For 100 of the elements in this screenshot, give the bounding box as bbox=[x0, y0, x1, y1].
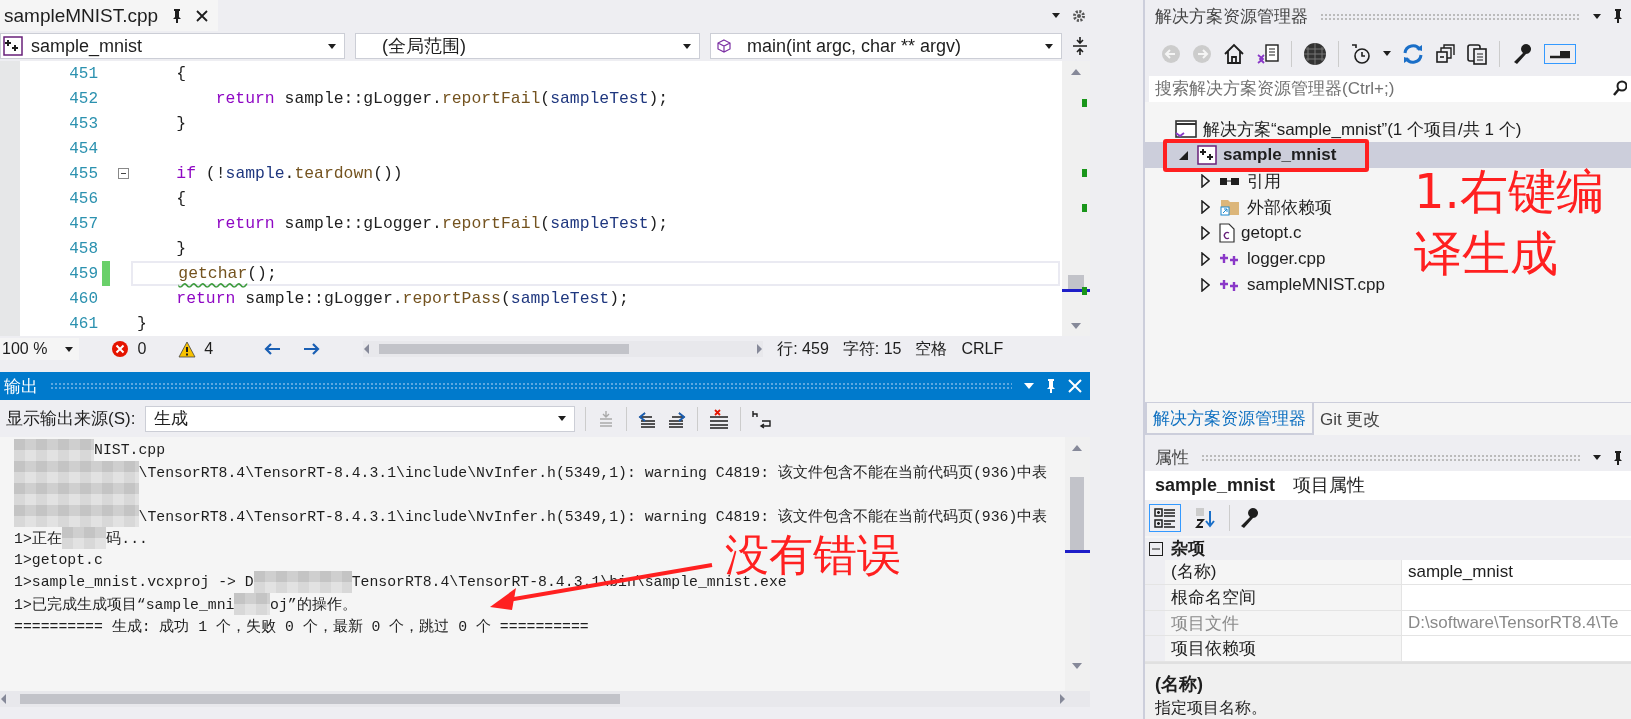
home-icon[interactable] bbox=[1223, 42, 1245, 65]
folder-icon bbox=[1219, 197, 1241, 217]
c-file-icon bbox=[1219, 223, 1235, 243]
output-text: \TensorRT8.4\TensorRT-8.4.3.1\include\NvInfer.h(5349,1): warning C4819: 该文件包含不能在当前代码页(936)中表 bbox=[138, 507, 1048, 526]
pin-icon[interactable] bbox=[1613, 9, 1623, 23]
sort-az-icon bbox=[1194, 506, 1216, 529]
description-title: (名称) bbox=[1155, 673, 1204, 696]
dropdown-caret-icon[interactable] bbox=[1045, 43, 1053, 49]
line-ending[interactable]: CRLF bbox=[961, 340, 1004, 358]
history-icon[interactable] bbox=[1350, 42, 1372, 65]
output-source-dropdown[interactable]: 生成 bbox=[145, 405, 576, 432]
line-number: 460 bbox=[68, 289, 98, 308]
tree-item[interactable]: logger.cpp bbox=[1247, 249, 1326, 269]
property-value[interactable]: sample_mnist bbox=[1401, 559, 1631, 585]
collapse-icon[interactable] bbox=[118, 168, 129, 179]
tree-item[interactable]: sampleMNIST.cpp bbox=[1247, 275, 1385, 295]
code-line: getchar(); bbox=[177, 264, 277, 283]
pin-icon[interactable] bbox=[172, 8, 183, 23]
line-number: 456 bbox=[68, 189, 98, 208]
code-line: { bbox=[175, 64, 187, 83]
output-text: oj”的操作。 bbox=[270, 595, 357, 614]
clear-all-icon[interactable] bbox=[708, 408, 731, 429]
back-arrow-icon[interactable] bbox=[263, 342, 282, 356]
tree-item[interactable]: 引用 bbox=[1247, 169, 1281, 193]
collapsed-triangle-icon[interactable] bbox=[1200, 252, 1210, 266]
warning-icon[interactable] bbox=[178, 340, 197, 358]
category-label: 杂项 bbox=[1171, 538, 1205, 561]
dropdown-caret-icon[interactable] bbox=[65, 346, 74, 352]
search-icon[interactable] bbox=[1613, 80, 1627, 98]
document-icon[interactable] bbox=[1256, 42, 1280, 65]
categorized-icon bbox=[1154, 506, 1176, 529]
output-text: ========== 生成: 成功 1 个，失败 0 个，最新 0 个，跳过 0 个 ========== bbox=[14, 617, 589, 636]
output-text: NIST.cpp bbox=[94, 442, 166, 458]
forward-arrow-icon[interactable] bbox=[303, 342, 322, 356]
code-line: } bbox=[175, 114, 187, 133]
code-line: return sample::gLogger.reportFail(sampleTest); bbox=[214, 89, 669, 108]
project-dropdown[interactable]: sample_mnist bbox=[0, 33, 345, 59]
error-icon[interactable] bbox=[111, 340, 130, 358]
object-type: 项目属性 bbox=[1293, 474, 1366, 498]
property-name[interactable]: 根命名空间 bbox=[1165, 585, 1401, 610]
cursor-line: 行: 459 bbox=[777, 338, 829, 359]
output-text: 1>getopt.c bbox=[14, 552, 103, 568]
sync-icon[interactable] bbox=[1402, 42, 1424, 65]
code-line: } bbox=[175, 239, 187, 258]
description-text: 指定项目名称。 bbox=[1155, 698, 1268, 718]
plus-plus-icon bbox=[1219, 252, 1241, 266]
word-wrap-icon[interactable] bbox=[751, 408, 774, 429]
tree-item[interactable]: 外部依赖项 bbox=[1247, 195, 1332, 219]
scope-dropdown[interactable]: (全局范围) bbox=[355, 33, 700, 59]
member-dropdown[interactable]: main(int argc, char ** argv) bbox=[710, 33, 1062, 59]
line-number: 461 bbox=[68, 314, 98, 333]
panel-title: 属性 bbox=[1155, 447, 1189, 470]
categorized-toggle[interactable] bbox=[1149, 503, 1181, 532]
tree-item[interactable]: sample_mnist bbox=[1223, 145, 1337, 165]
line-number: 455 bbox=[68, 164, 98, 183]
tree-item[interactable]: getopt.c bbox=[1241, 223, 1302, 243]
search-field[interactable]: 搜索解决方案资源管理器(Ctrl+;) bbox=[1149, 76, 1631, 102]
dropdown-caret-icon[interactable] bbox=[1383, 51, 1391, 56]
preview-toggle[interactable] bbox=[1544, 43, 1576, 64]
collapse-icon[interactable] bbox=[1149, 541, 1163, 556]
output-text: 码... bbox=[106, 529, 148, 548]
collapse-all-icon[interactable] bbox=[1435, 43, 1455, 64]
dropdown-caret-icon[interactable] bbox=[1593, 455, 1601, 461]
output-source-label: 显示输出来源(S): bbox=[6, 408, 136, 430]
settings-icon[interactable] bbox=[1072, 8, 1086, 23]
expanded-triangle-icon[interactable] bbox=[1178, 150, 1188, 160]
collapsed-triangle-icon[interactable] bbox=[1200, 174, 1210, 188]
panel-tab[interactable]: Git 更改 bbox=[1314, 403, 1387, 435]
output-header: 输出 bbox=[0, 372, 1090, 400]
cursor-column: 字符: 15 bbox=[842, 338, 902, 360]
property-name[interactable]: 项目依赖项 bbox=[1165, 636, 1401, 661]
globe-icon[interactable] bbox=[1303, 41, 1327, 66]
pin-icon[interactable] bbox=[1613, 450, 1623, 465]
collapsed-triangle-icon[interactable] bbox=[1200, 226, 1210, 240]
collapsed-triangle-icon[interactable] bbox=[1200, 278, 1210, 292]
dropdown-caret-icon[interactable] bbox=[683, 43, 691, 49]
line-number: 454 bbox=[68, 139, 98, 158]
collapsed-triangle-icon[interactable] bbox=[1200, 200, 1210, 214]
tree-item[interactable]: 解决方案“sample_mnist”(1 个项目/共 1 个) bbox=[1203, 117, 1522, 141]
copy-pages-icon[interactable] bbox=[1466, 42, 1488, 65]
editor-tab[interactable]: sampleMNIST.cpp bbox=[0, 0, 219, 31]
panel-tab[interactable]: 解决方案资源管理器 bbox=[1145, 403, 1314, 435]
indent-mode[interactable]: 空格 bbox=[915, 338, 948, 360]
code-line: return sample::gLogger.reportPass(sampleTest); bbox=[175, 289, 629, 308]
plus-plus-icon bbox=[1219, 278, 1241, 292]
dropdown-caret-icon[interactable] bbox=[328, 43, 336, 49]
close-icon[interactable] bbox=[196, 9, 209, 22]
dropdown-caret-icon[interactable] bbox=[1593, 13, 1601, 19]
output-text: \TensorRT8.4\TensorRT-8.4.3.1\include\NvInfer.h(5349,1): warning C4819: 该文件包含不能在当前代码页(936)中表 bbox=[138, 463, 1048, 482]
error-count: 0 bbox=[137, 340, 147, 358]
tab-list-caret-icon[interactable] bbox=[1052, 13, 1060, 18]
zoom-dropdown[interactable]: 100 % bbox=[0, 338, 80, 360]
dropdown-caret-icon[interactable] bbox=[558, 416, 567, 421]
project-icon bbox=[3, 36, 23, 56]
split-icon[interactable] bbox=[1072, 37, 1088, 55]
cube-icon bbox=[717, 39, 731, 53]
line-number: 453 bbox=[68, 114, 98, 133]
horizontal-scrollbar[interactable] bbox=[363, 341, 764, 357]
horizontal-scrollbar[interactable] bbox=[0, 691, 1090, 707]
property-name[interactable]: (名称) bbox=[1165, 559, 1401, 585]
